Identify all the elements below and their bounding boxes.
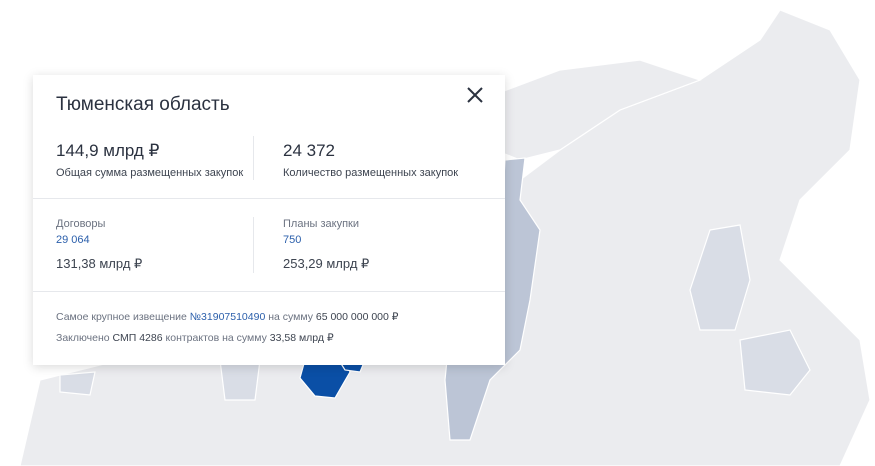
divider	[253, 136, 254, 180]
plans-label: Планы закупки	[283, 218, 359, 230]
largest-sum: 65 000 000 000 ₽	[315, 311, 399, 323]
divider	[253, 217, 254, 273]
region-title: Тюменская область	[56, 94, 230, 115]
smp-sum: 33,58 млрд ₽	[269, 332, 334, 344]
plans-block: Планы закупки 750 253,29 млрд ₽	[283, 218, 369, 272]
divider	[33, 291, 505, 292]
smp-prefix: Заключено	[56, 332, 110, 344]
count-block: 24 372 Количество размещенных закупок	[283, 141, 458, 179]
count-label: Количество размещенных закупок	[283, 167, 459, 179]
largest-notice-line: Самое крупное извещение №31907510490 на …	[56, 311, 398, 323]
smp-line: Заключено СМП 4286 контрактов на сумму 3…	[56, 332, 334, 344]
count: 24 372	[283, 141, 335, 160]
total-sum: 144,9 млрд ₽	[56, 141, 160, 160]
notice-link[interactable]: №31907510490	[190, 311, 266, 323]
map-region[interactable]	[59, 371, 96, 396]
contracts-sum: 131,38 млрд ₽	[56, 256, 143, 271]
region-info-popup: Тюменская область 144,9 млрд ₽ Общая сум…	[33, 75, 505, 365]
plans-count-link[interactable]: 750	[283, 234, 369, 246]
contracts-count-link[interactable]: 29 064	[56, 234, 142, 246]
largest-prefix: Самое крупное извещение	[56, 311, 187, 323]
total-sum-block: 144,9 млрд ₽ Общая сумма размещенных зак…	[56, 141, 243, 179]
plans-sum: 253,29 млрд ₽	[283, 256, 370, 271]
smp-text: контрактов на сумму	[165, 332, 267, 344]
divider	[33, 198, 505, 199]
contracts-block: Договоры 29 064 131,38 млрд ₽	[56, 218, 142, 272]
contracts-label: Договоры	[56, 218, 106, 230]
map-region[interactable]	[219, 359, 261, 401]
largest-mid: на сумму	[268, 311, 313, 323]
close-icon[interactable]	[465, 85, 485, 105]
total-sum-label: Общая сумма размещенных закупок	[56, 167, 244, 179]
smp-count: СМП 4286	[112, 332, 163, 344]
